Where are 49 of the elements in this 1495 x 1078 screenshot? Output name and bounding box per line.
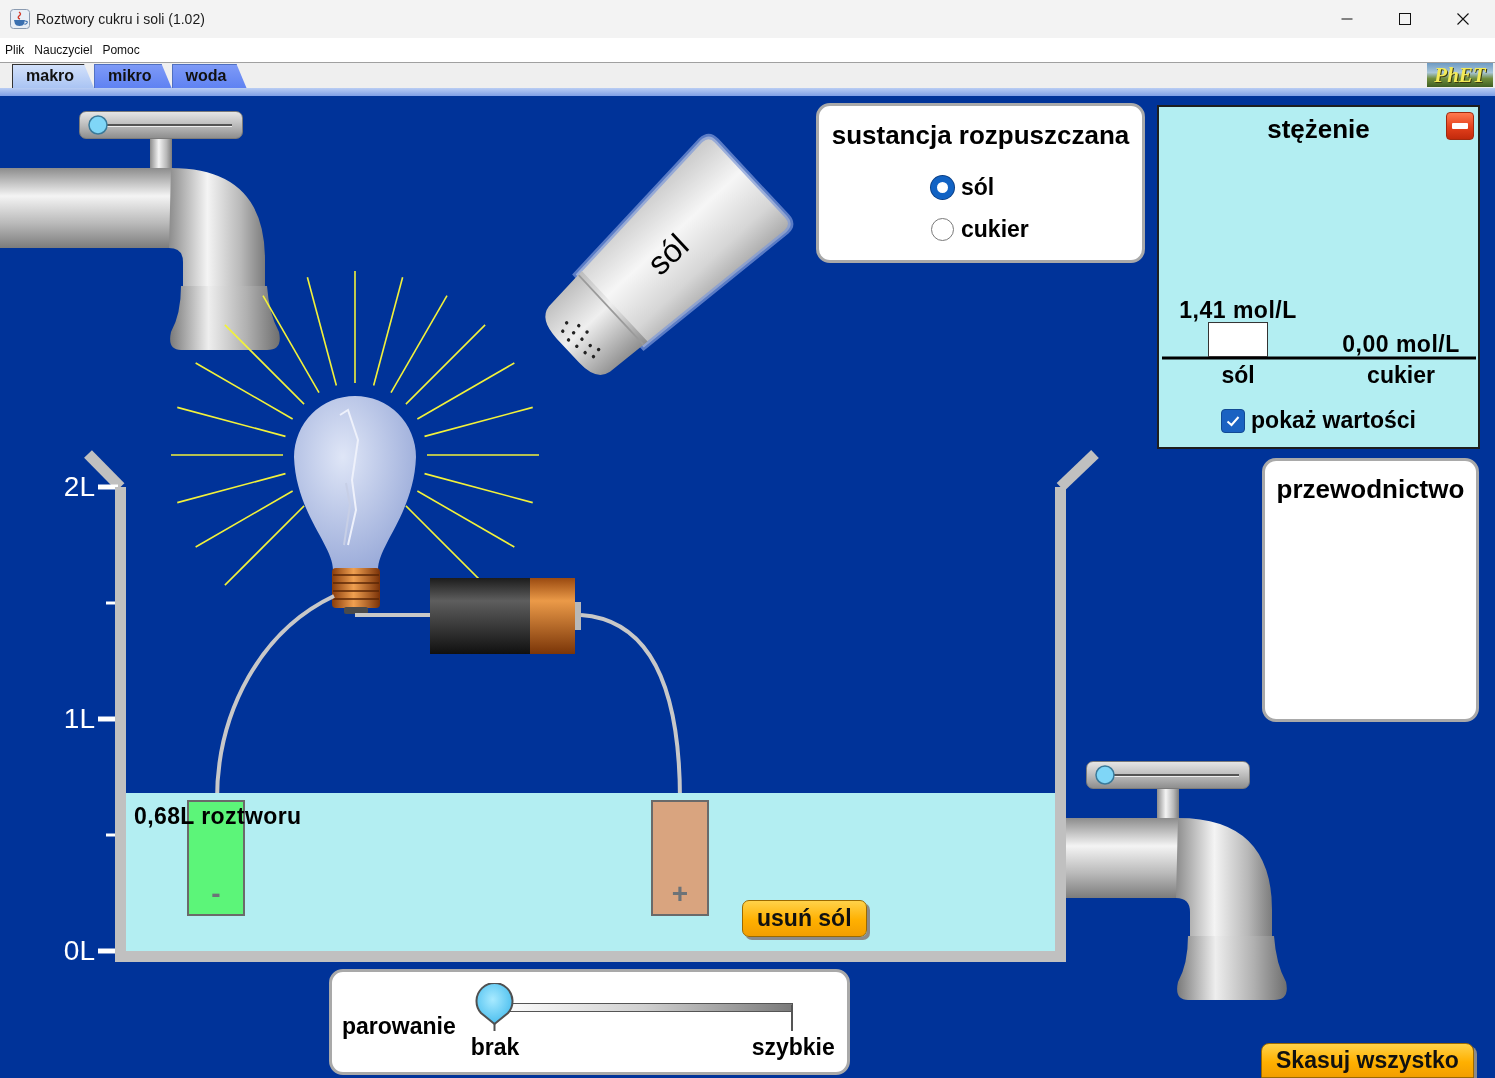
tick-mark — [98, 716, 118, 722]
slider-thumb[interactable] — [88, 115, 108, 135]
volume-label: 1L — [62, 702, 95, 736]
shaker-label: sól — [640, 227, 695, 282]
app-icon — [10, 9, 30, 29]
option-label[interactable]: sól — [961, 173, 995, 201]
beaker-lip — [1056, 450, 1099, 491]
bar — [1208, 322, 1268, 357]
electrode-sign: + — [671, 880, 689, 908]
panel-title: sustancja rozpuszczana — [830, 120, 1131, 150]
slider-min-label: brak — [470, 1034, 520, 1060]
water-flow-slider[interactable] — [1086, 761, 1250, 789]
menu-item[interactable]: Plik — [0, 43, 30, 57]
tick-mark — [98, 948, 118, 954]
window-title: Roztwory cukru i soli (1.02) — [36, 11, 205, 27]
volume-label: 2L — [62, 470, 95, 504]
radio-button[interactable] — [931, 175, 954, 199]
reset-all-button[interactable]: Skasuj wszystko — [1261, 1043, 1474, 1078]
minimize-button[interactable] — [1446, 112, 1474, 140]
checkbox[interactable] — [1221, 408, 1246, 433]
tick-mark — [106, 833, 116, 837]
tab[interactable]: mikro — [94, 64, 172, 88]
close-icon — [1457, 13, 1469, 25]
panel-title: przewodnictwo — [1276, 474, 1465, 504]
menu-item[interactable]: Pomoc — [97, 43, 145, 57]
tick-mark — [98, 484, 118, 490]
value-label: 1,41 mol/L — [1179, 297, 1297, 323]
remove-salt-button[interactable]: usuń sól — [742, 900, 867, 937]
evaporation-label: parowanie — [342, 1013, 456, 1040]
maximize-icon — [1399, 13, 1411, 25]
category-label: sól — [1221, 362, 1255, 388]
category-label: cukier — [1367, 362, 1435, 388]
slider-thumb[interactable] — [473, 983, 515, 1031]
electrode-sign: - — [211, 880, 221, 908]
radio-button[interactable] — [931, 217, 954, 241]
menu-item[interactable]: Nauczyciel — [29, 43, 98, 57]
check-icon — [1226, 414, 1241, 427]
slider-max-label: szybkie — [751, 1034, 835, 1060]
tab[interactable]: makro — [12, 64, 95, 88]
water-flow-slider[interactable] — [79, 111, 243, 139]
tab[interactable]: woda — [171, 64, 247, 88]
option-label[interactable]: cukier — [961, 215, 1029, 243]
panel-title: stężenie — [1267, 114, 1370, 144]
value-label: 0,00 mol/L — [1342, 331, 1460, 357]
volume-label: 0L — [62, 934, 95, 968]
minus-icon — [1452, 123, 1468, 129]
checkbox-label[interactable]: pokaż wartości — [1251, 407, 1416, 434]
tick-mark — [106, 601, 116, 605]
slider-thumb[interactable] — [1095, 765, 1115, 785]
